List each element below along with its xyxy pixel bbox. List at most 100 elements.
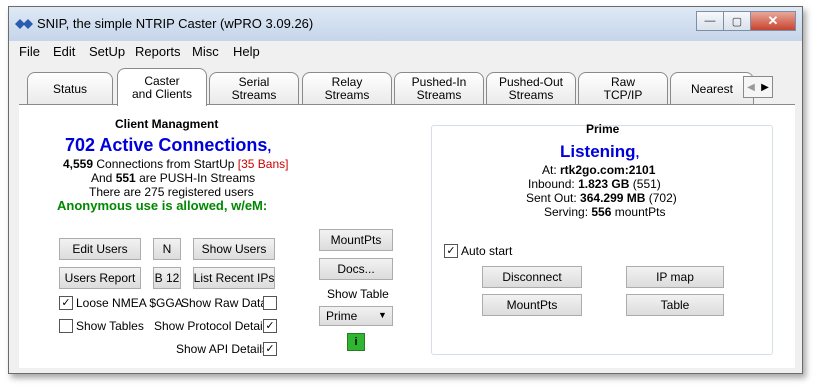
serving-line: Serving: 556 mountPts xyxy=(544,205,665,219)
listening-status-suffix: , xyxy=(635,145,640,160)
table-button[interactable]: Table xyxy=(626,294,724,316)
tab-label: Streams xyxy=(508,88,554,102)
mountpts-button[interactable]: MountPts xyxy=(319,229,393,251)
close-button[interactable]: ✕ xyxy=(750,11,796,31)
app-logo-icon xyxy=(15,19,33,29)
menu-help[interactable]: Help xyxy=(233,44,260,59)
show-table-select[interactable]: Prime ▼ xyxy=(319,306,393,326)
tab-label: Pushed-In xyxy=(411,75,467,89)
info-button[interactable]: i xyxy=(347,333,365,351)
active-connections-count: 702 xyxy=(65,135,96,155)
listening-status: Listening, xyxy=(560,142,639,162)
tab-caster-and-clients[interactable]: Caster and Clients xyxy=(117,68,207,106)
caster-clients-panel: Client Managment 702 Active Connections,… xyxy=(19,104,795,368)
tab-label: Streams xyxy=(231,88,277,102)
loose-nmea-checkbox[interactable]: ✓ xyxy=(59,296,73,310)
tab-control: Status Caster and Clients Serial Streams R… xyxy=(9,62,799,372)
client-management-heading: Client Managment xyxy=(115,117,219,131)
startup-connections-line: 4,559 Connections from StartUp [35 Bans] xyxy=(63,157,289,171)
tab-label: Raw xyxy=(610,75,635,89)
list-recent-ips-button[interactable]: List Recent IPs xyxy=(193,267,275,289)
show-tables-label: Show Tables xyxy=(76,319,144,333)
loose-nmea-label: Loose NMEA $GGA xyxy=(76,296,183,310)
edit-users-button[interactable]: Edit Users xyxy=(59,238,141,260)
menu-setup[interactable]: SetUp xyxy=(89,44,125,59)
window-title: SNIP, the simple NTRIP Caster (wPRO 3.09… xyxy=(37,16,314,31)
n-button[interactable]: N xyxy=(153,238,181,260)
sent-out-label: Sent Out: xyxy=(526,191,577,205)
b12-button[interactable]: B 12 xyxy=(153,267,181,289)
show-protocol-details-checkbox[interactable]: ✓ xyxy=(263,319,277,333)
menu-edit[interactable]: Edit xyxy=(53,44,75,59)
push-text: are PUSH-In Streams xyxy=(139,171,256,185)
registered-users-text: There are 275 registered users xyxy=(89,185,254,199)
at-label: At: xyxy=(542,163,557,177)
tab-scroll-right-icon[interactable]: ▶ xyxy=(758,77,772,97)
menu-reports[interactable]: Reports xyxy=(135,44,181,59)
sent-out-value: 364.299 MB xyxy=(580,191,646,205)
chevron-down-icon: ▼ xyxy=(378,310,387,320)
active-connections-label: Active Connections xyxy=(99,135,268,155)
tab-scroll-left-icon[interactable]: ◀ xyxy=(744,77,758,97)
tab-label: Serial xyxy=(238,75,270,89)
tab-relay-streams[interactable]: Relay Streams xyxy=(302,72,392,105)
auto-start-checkbox[interactable]: ✓ xyxy=(444,244,458,258)
menu-misc[interactable]: Misc xyxy=(192,44,219,59)
inbound-value: 1.823 GB xyxy=(578,177,630,191)
prime-address-line: At: rtk2go.com:2101 xyxy=(542,163,655,177)
tab-label: and Clients xyxy=(131,86,193,101)
tab-label: Streams xyxy=(416,88,462,102)
tab-label: Nearest xyxy=(690,81,734,96)
tab-pushed-out-streams[interactable]: Pushed-Out Streams xyxy=(486,72,576,105)
restore-button[interactable]: ▢ xyxy=(723,11,751,31)
tab-label: Pushed-Out xyxy=(498,75,564,89)
ip-map-button[interactable]: IP map xyxy=(626,266,724,288)
inbound-label: Inbound: xyxy=(528,177,575,191)
show-api-details-checkbox[interactable]: ✓ xyxy=(263,342,277,356)
bans-close: ] xyxy=(285,157,289,171)
at-value: rtk2go.com:2101 xyxy=(560,163,656,177)
title-bar: SNIP, the simple NTRIP Caster (wPRO 3.09… xyxy=(9,7,802,41)
tab-label: Caster xyxy=(144,73,180,88)
show-raw-data-label: Show Raw Data xyxy=(181,296,268,310)
push-in-line: And 551 are PUSH-In Streams xyxy=(91,171,255,185)
listening-status-text: Listening xyxy=(560,142,636,161)
inbound-count: (551) xyxy=(632,177,661,191)
show-users-button[interactable]: Show Users xyxy=(193,238,275,260)
users-report-button[interactable]: Users Report xyxy=(59,267,141,289)
docs-button[interactable]: Docs... xyxy=(319,258,393,280)
serving-suffix: mountPts xyxy=(614,205,666,219)
auto-start-label: Auto start xyxy=(461,244,513,258)
push-count: 551 xyxy=(115,171,136,185)
tab-scroll-buttons: ◀ ▶ xyxy=(743,76,773,98)
show-tables-checkbox[interactable] xyxy=(59,319,73,333)
menu-file[interactable]: File xyxy=(19,44,40,59)
minimize-button[interactable]: — xyxy=(696,11,724,31)
tab-serial-streams[interactable]: Serial Streams xyxy=(209,72,299,105)
prime-heading: Prime xyxy=(586,122,620,136)
active-connections-suffix: , xyxy=(267,138,272,154)
serving-label: Serving: xyxy=(544,205,589,219)
show-table-selected: Prime xyxy=(326,309,358,323)
push-prefix: And xyxy=(91,171,113,185)
tab-label: Streams xyxy=(324,88,370,102)
tab-pushed-in-streams[interactable]: Pushed-In Streams xyxy=(394,72,484,105)
startup-count: 4,559 xyxy=(63,157,94,171)
inbound-line: Inbound: 1.823 GB (551) xyxy=(528,177,661,191)
prime-group: Prime Listening, At: rtk2go.com:2101 Inb… xyxy=(431,122,773,355)
disconnect-button[interactable]: Disconnect xyxy=(482,266,582,288)
tab-label: TCP/IP xyxy=(603,88,643,102)
tab-nearest[interactable]: Nearest xyxy=(670,72,754,105)
serving-value: 556 xyxy=(591,205,612,219)
tab-label: Status xyxy=(52,81,88,96)
tab-label: Relay xyxy=(331,75,363,89)
mountpts-prime-button[interactable]: MountPts xyxy=(482,294,582,316)
tab-raw-tcpip[interactable]: Raw TCP/IP xyxy=(578,72,668,105)
show-protocol-details-label: Show Protocol Details xyxy=(154,319,272,333)
sent-out-line: Sent Out: 364.299 MB (702) xyxy=(526,191,677,205)
startup-text: Connections from StartUp xyxy=(96,157,235,171)
show-raw-data-checkbox[interactable] xyxy=(263,296,277,310)
show-api-details-label: Show API Details xyxy=(176,342,269,356)
active-connections-line: 702 Active Connections, xyxy=(65,135,271,156)
tab-status[interactable]: Status xyxy=(27,72,113,105)
